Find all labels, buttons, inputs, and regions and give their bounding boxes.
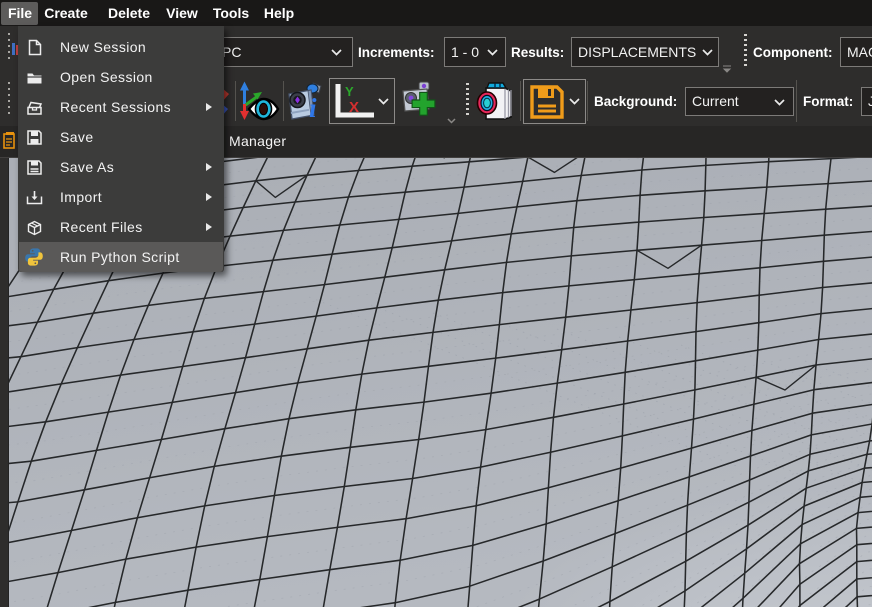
- svg-text:Y: Y: [345, 84, 354, 99]
- svg-text:X: X: [349, 99, 359, 116]
- svg-text:i: i: [309, 93, 317, 122]
